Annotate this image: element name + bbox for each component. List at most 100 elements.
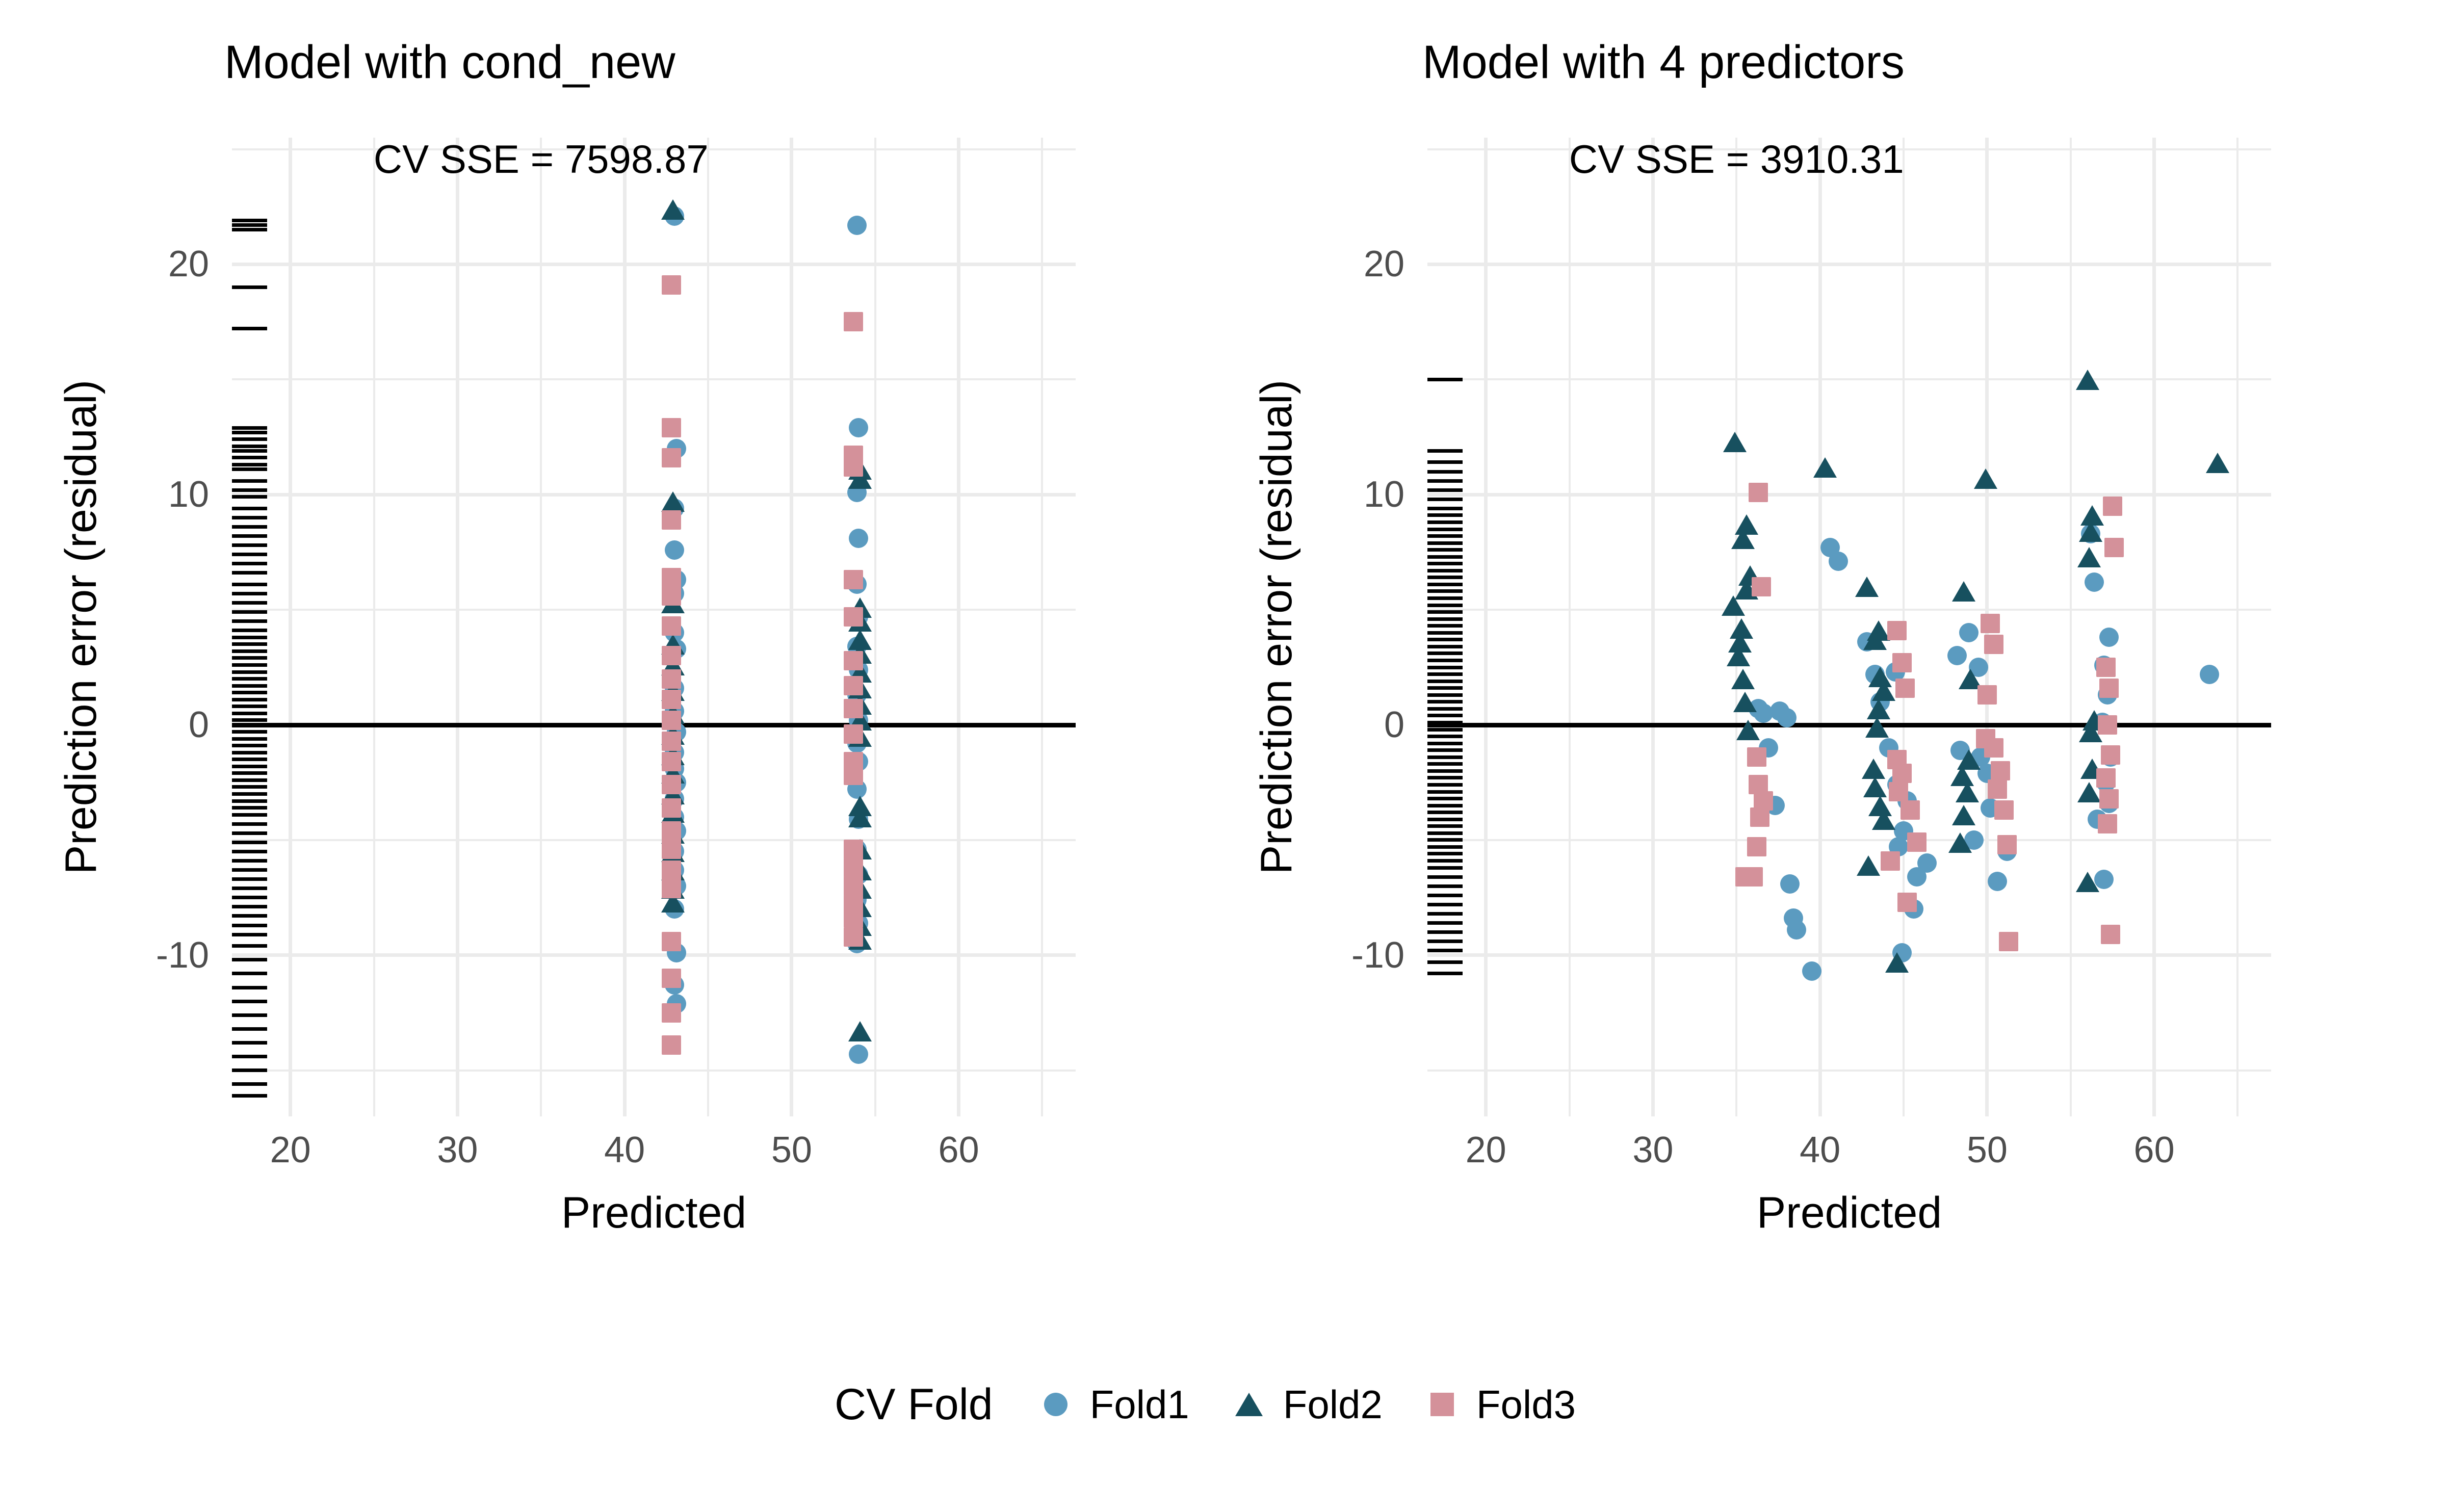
rug-tick [1427,811,1463,815]
rug-tick [232,1027,267,1031]
data-point-fold2 [2075,871,2099,892]
rug-tick [232,744,267,748]
x-axis-tick-label: 30 [437,1130,478,1170]
cv-sse-annotation-left: CV SSE = 7598.87 [373,137,709,182]
legend-label: Fold3 [1476,1381,1576,1427]
rug-tick [1427,741,1463,745]
data-point-fold3 [844,858,864,878]
data-point-fold2 [661,199,685,220]
data-point-fold2 [2206,452,2230,473]
rug-tick [232,985,267,989]
data-point-fold3 [844,312,864,332]
data-point-fold3 [2096,658,2116,677]
data-point-fold1 [1959,623,1979,643]
rug-tick [232,764,267,768]
rug-tick [232,868,267,872]
rug-tick [232,488,267,492]
data-point-fold3 [661,968,681,988]
data-point-fold3 [1892,763,1912,783]
gridline-horizontal-minor [1427,839,2271,841]
rug-tick [232,944,267,948]
gridline-vertical-major [1651,138,1655,1116]
data-point-fold3 [1999,931,2019,951]
rug-tick [232,1040,267,1045]
data-point-fold2 [661,491,685,512]
legend-item-fold3[interactable]: Fold3 [1419,1381,1576,1428]
data-point-fold3 [844,457,864,477]
data-point-fold2 [1855,577,1879,597]
rug-tick [1427,659,1463,662]
data-point-fold2 [1723,431,1747,452]
data-point-fold3 [2101,925,2121,945]
rug-tick [1427,769,1463,773]
data-point-fold2 [1973,468,1997,489]
gridline-vertical-minor [874,138,876,1116]
data-point-fold3 [661,839,681,859]
data-point-fold3 [844,607,864,627]
data-point-fold3 [1987,779,2007,799]
rug-tick [1427,527,1463,531]
data-point-fold3 [661,510,681,530]
rug-tick [1427,541,1463,545]
rug-tick [232,806,267,810]
panel-title-right: Model with 4 predictors [1422,36,1905,88]
legend-item-fold1[interactable]: Fold1 [1033,1381,1189,1428]
rug-tick [232,506,267,510]
rug-tick [232,758,267,762]
rug-tick [1427,783,1463,787]
rug-tick [1427,693,1463,697]
legend-item-fold2[interactable]: Fold2 [1226,1381,1383,1428]
rug-tick [232,750,267,754]
rug-tick [1427,562,1463,566]
y-axis-title-left: Prediction error (residual) [57,379,106,875]
data-point-fold3 [844,908,864,928]
rug-tick [1427,902,1463,906]
data-point-fold3 [844,724,864,744]
x-axis-tick-label: 20 [270,1130,311,1170]
data-point-fold2 [1951,581,1975,602]
rug-tick [232,840,267,844]
y-axis-title-right: Prediction error (residual) [1252,379,1301,875]
plot-panel-left [232,138,1076,1116]
data-point-fold1 [848,1045,868,1064]
data-point-fold3 [1743,867,1763,887]
data-point-fold3 [844,570,864,590]
data-point-fold1 [1987,872,2007,892]
rug-tick [1427,651,1463,656]
rug-tick [232,610,267,614]
rug-tick [232,670,267,674]
rug-tick [232,467,267,472]
data-point-fold2 [1885,952,1909,973]
data-point-fold3 [844,876,864,896]
rug-tick [232,629,267,633]
data-point-fold2 [2079,522,2103,542]
rug-tick [232,813,267,817]
data-point-fold1 [848,529,868,549]
y-axis-tick-label: 0 [1384,705,1404,745]
data-point-fold3 [1747,747,1766,767]
rug-tick [1427,470,1463,474]
gridline-horizontal-minor [232,378,1076,381]
data-point-fold3 [2101,745,2121,765]
data-point-fold3 [1897,892,1917,912]
rug-tick [1427,762,1463,766]
gridline-vertical-minor [2236,138,2239,1116]
data-point-fold3 [2096,768,2116,788]
rug-tick [232,426,267,430]
rug-tick [232,711,267,715]
data-point-fold2 [1955,781,1979,802]
rug-tick [232,887,267,891]
y-axis-tick-label: 20 [168,244,209,285]
rug-tick [1427,460,1463,464]
data-point-fold3 [661,1035,681,1055]
data-point-fold3 [844,766,864,786]
y-axis-tick-label: 0 [188,705,209,745]
rug-tick [232,1068,267,1073]
rug-tick [232,697,267,701]
data-point-fold3 [844,650,864,670]
rug-tick [232,1093,267,1098]
y-axis-tick-label: 20 [1363,244,1404,285]
rug-tick [1427,582,1463,586]
data-point-fold1 [848,418,868,438]
x-axis-tick-label: 40 [1800,1130,1841,1170]
